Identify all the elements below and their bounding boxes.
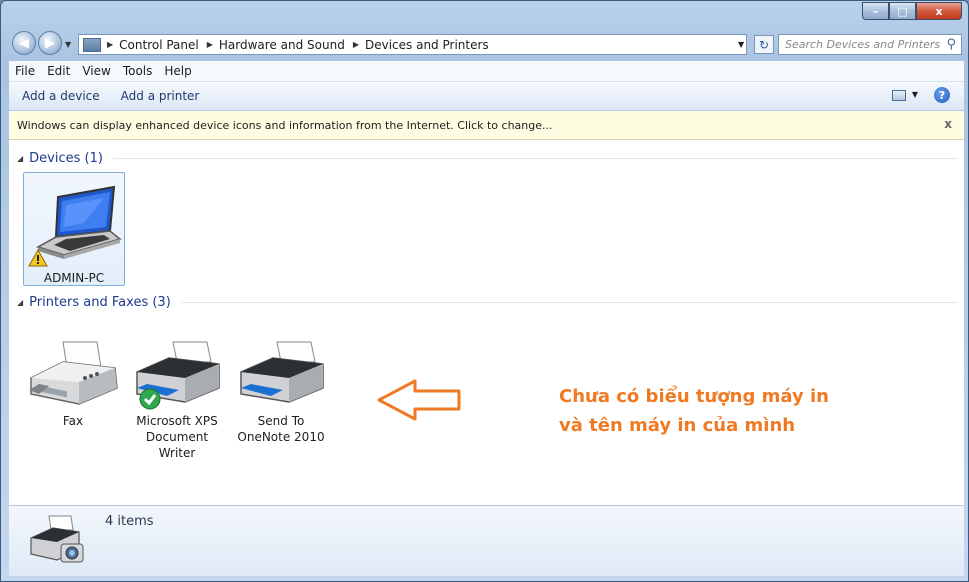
add-device-button[interactable]: Add a device: [14, 89, 108, 103]
group-label-devices: Devices (1): [29, 150, 103, 166]
devices-summary-icon: [30, 515, 84, 563]
breadcrumb-arrow-icon[interactable]: ▶: [353, 40, 359, 49]
fax-icon: [29, 341, 118, 405]
search-icon[interactable]: ⚲: [946, 37, 956, 52]
recent-pages-dropdown-icon[interactable]: ▼: [65, 40, 71, 49]
refresh-button[interactable]: ↻: [754, 35, 774, 54]
back-button[interactable]: ◀: [12, 31, 36, 55]
default-printer-check-icon: [139, 388, 161, 410]
printer-label-line2: Document Writer: [145, 430, 209, 460]
forward-button[interactable]: ▶: [38, 31, 62, 55]
menu-edit[interactable]: Edit: [41, 64, 76, 78]
window-controls: – □ x: [862, 2, 962, 20]
annotation-line2: và tên máy in của mình: [559, 415, 796, 436]
breadcrumb-devices-and-printers[interactable]: Devices and Printers: [365, 38, 489, 52]
view-dropdown-icon[interactable]: ▼: [912, 90, 918, 99]
navigation-bar: ◀ ▶ ▼ ▶ Control Panel ▶ Hardware and Sou…: [9, 31, 964, 57]
search-input[interactable]: Search Devices and Printers ⚲: [778, 34, 962, 55]
device-admin-pc[interactable]: ADMIN-PC: [23, 172, 125, 286]
breadcrumb-control-panel[interactable]: Control Panel: [119, 38, 199, 52]
printer-label-line1: Send To: [257, 414, 305, 428]
group-label-printers: Printers and Faxes (3): [29, 294, 171, 310]
device-list: ◢ Devices (1) ADMIN-PC ◢ Printers and Fa…: [9, 140, 964, 505]
printer-label-line1: Fax: [62, 414, 84, 428]
group-divider: [180, 301, 958, 303]
printer-microsoft-xps-document-writer[interactable]: Microsoft XPS Document Writer: [127, 338, 227, 461]
minimize-button[interactable]: –: [862, 2, 889, 20]
printer-label-line1: Microsoft XPS: [136, 414, 218, 428]
breadcrumb-arrow-icon[interactable]: ▶: [207, 40, 213, 49]
printer-fax[interactable]: Fax: [23, 338, 123, 429]
menu-bar: File Edit View Tools Help: [9, 61, 964, 82]
collapse-icon[interactable]: ◢: [17, 298, 23, 307]
search-placeholder: Search Devices and Printers: [785, 38, 941, 51]
refresh-icon: ↻: [758, 37, 770, 52]
group-header-devices[interactable]: ◢ Devices (1): [9, 148, 964, 168]
details-pane: 4 items: [9, 505, 964, 576]
control-panel-icon: [83, 37, 101, 52]
printer-label-line2: OneNote 2010: [237, 430, 325, 444]
breadcrumb-arrow-icon[interactable]: ▶: [107, 40, 113, 49]
address-dropdown-icon[interactable]: ▼: [738, 40, 744, 49]
help-icon[interactable]: ?: [934, 87, 950, 103]
info-bar-text[interactable]: Windows can display enhanced device icon…: [9, 119, 553, 132]
address-bar[interactable]: ▶ Control Panel ▶ Hardware and Sound ▶ D…: [78, 34, 747, 55]
breadcrumb: ▶ Control Panel ▶ Hardware and Sound ▶ D…: [107, 38, 497, 52]
information-bar[interactable]: Windows can display enhanced device icon…: [9, 111, 964, 140]
change-view-icon[interactable]: [892, 90, 906, 101]
device-label: ADMIN-PC: [43, 271, 105, 285]
menu-file[interactable]: File: [9, 64, 41, 78]
menu-tools[interactable]: Tools: [117, 64, 159, 78]
printer-icon: [240, 341, 324, 403]
annotation-line1: Chưa có biểu tượng máy in: [559, 386, 829, 407]
group-divider: [112, 157, 958, 159]
add-printer-button[interactable]: Add a printer: [113, 89, 208, 103]
group-header-printers[interactable]: ◢ Printers and Faxes (3): [9, 292, 964, 312]
title-bar: – □ x: [1, 1, 968, 29]
breadcrumb-hardware-and-sound[interactable]: Hardware and Sound: [219, 38, 345, 52]
maximize-button[interactable]: □: [889, 2, 916, 20]
annotation-arrow-icon: [377, 379, 461, 421]
warning-icon: [28, 249, 48, 267]
collapse-icon[interactable]: ◢: [17, 154, 23, 163]
menu-view[interactable]: View: [76, 64, 116, 78]
printer-send-to-onenote-2010[interactable]: Send To OneNote 2010: [231, 338, 331, 445]
annotation-text: Chưa có biểu tượng máy in và tên máy in …: [559, 382, 829, 440]
command-bar: Add a device Add a printer ▼ ?: [9, 82, 964, 111]
devices-and-printers-window: – □ x ◀ ▶ ▼ ▶ Control Panel ▶ Hardware a…: [0, 0, 969, 582]
item-count: 4 items: [105, 514, 154, 529]
close-button[interactable]: x: [916, 2, 962, 20]
info-bar-close-icon[interactable]: x: [944, 117, 952, 131]
menu-help[interactable]: Help: [158, 64, 197, 78]
